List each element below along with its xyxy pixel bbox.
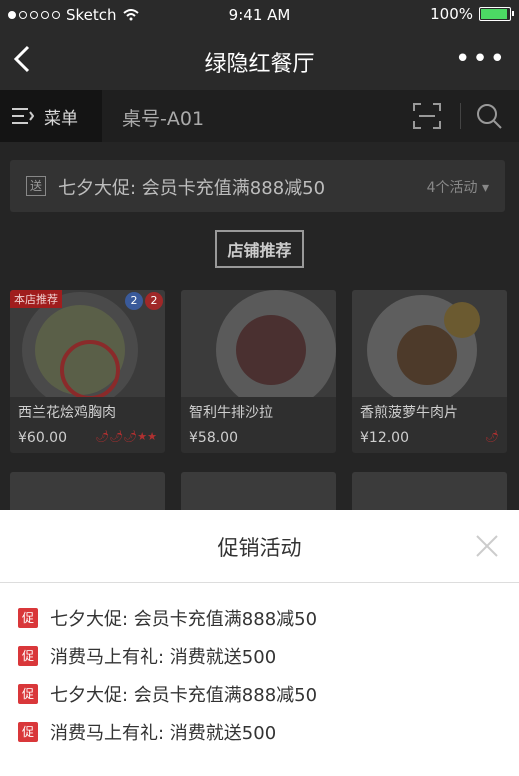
divider: [460, 103, 461, 129]
recommend-badge: 本店推荐: [10, 290, 62, 308]
quantity-badge: 2: [125, 292, 143, 310]
sheet-header: 促销活动: [0, 510, 519, 583]
section-title: 店铺推荐: [0, 230, 519, 268]
status-bar: Sketch 9:41 AM 100%: [0, 0, 519, 30]
promo-item: 促 消费马上有礼: 消费就送500: [0, 637, 519, 675]
dimmed-content: 菜单 桌号-A01 送 七夕大促: 会员卡充值满888减50 4个活动 ▾ 店铺…: [0, 90, 519, 510]
tab-menu-label: 菜单: [44, 108, 78, 129]
dish-image: [181, 472, 336, 510]
battery-area: 100%: [430, 5, 514, 23]
dish-image: [352, 472, 507, 510]
menu-icon: [12, 108, 34, 124]
promo-sheet: 促销活动 促 七夕大促: 会员卡充值满888减50 促 消费马上有礼: 消费就送…: [0, 510, 519, 776]
dish-image: [10, 472, 165, 510]
dish-name: 西兰花烩鸡胸肉: [18, 405, 116, 421]
dish-name: 智利牛排沙拉: [189, 405, 273, 421]
dish-card[interactable]: [181, 472, 336, 510]
promo-text: 消费马上有礼: 消费就送500: [50, 647, 277, 668]
promo-text: 七夕大促: 会员卡充值满888减50: [50, 685, 318, 706]
page-title: 绿隐红餐厅: [204, 52, 315, 77]
promo-item: 促 消费马上有礼: 消费就送500: [0, 713, 519, 751]
battery-icon: [479, 7, 514, 21]
promo-bar[interactable]: 送 七夕大促: 会员卡充值满888减50 4个活动 ▾: [10, 160, 505, 212]
quantity-badge: 2: [145, 292, 163, 310]
scan-icon[interactable]: [413, 103, 441, 129]
section-title-label: 店铺推荐: [215, 230, 304, 268]
promo-item: 促 七夕大促: 会员卡充值满888减50: [0, 599, 519, 637]
table-number: 桌号-A01: [122, 108, 205, 130]
more-icon[interactable]: •••: [455, 44, 507, 74]
tab-bar: 菜单 桌号-A01: [0, 90, 519, 142]
dish-image: [352, 290, 507, 397]
dish-card[interactable]: [10, 472, 165, 510]
promo-tag: 送: [26, 176, 46, 196]
dish-card[interactable]: [352, 472, 507, 510]
dish-price: ¥58.00: [189, 430, 238, 446]
app: Sketch 9:41 AM 100% 绿隐红餐厅 ••• 菜单 桌号-A01 …: [0, 0, 519, 776]
spice-rating: 🌶🌶🌶★★: [95, 430, 157, 443]
battery-label: 100%: [430, 5, 473, 23]
dish-name: 香煎菠萝牛肉片: [360, 405, 458, 421]
dish-price: ¥60.00: [18, 430, 67, 446]
promo-badge: 促: [18, 722, 38, 742]
promo-bar-text: 七夕大促: 会员卡充值满888减50: [58, 178, 326, 199]
dish-price: ¥12.00: [360, 430, 409, 446]
search-icon[interactable]: [475, 102, 503, 130]
sheet-title: 促销活动: [217, 536, 302, 560]
dish-card[interactable]: 智利牛排沙拉 ¥58.00: [181, 290, 336, 453]
promo-badge: 促: [18, 608, 38, 628]
promo-count: 4个活动 ▾: [426, 180, 489, 196]
promo-badge: 促: [18, 646, 38, 666]
promo-badge: 促: [18, 684, 38, 704]
spice-rating: 🌶: [485, 430, 499, 443]
tab-menu[interactable]: 菜单: [0, 90, 102, 142]
nav-bar: 绿隐红餐厅 •••: [0, 30, 519, 90]
promo-item: 促 七夕大促: 会员卡充值满888减50: [0, 675, 519, 713]
dish-image: [181, 290, 336, 397]
dish-card[interactable]: 本店推荐 2 2 西兰花烩鸡胸肉 ¥60.00 🌶🌶🌶★★: [10, 290, 165, 453]
promo-text: 消费马上有礼: 消费就送500: [50, 723, 277, 744]
dish-card[interactable]: 香煎菠萝牛肉片 ¥12.00 🌶: [352, 290, 507, 453]
promo-list: 促 七夕大促: 会员卡充值满888减50 促 消费马上有礼: 消费就送500 促…: [0, 583, 519, 751]
close-icon[interactable]: [475, 534, 499, 558]
promo-text: 七夕大促: 会员卡充值满888减50: [50, 609, 318, 630]
